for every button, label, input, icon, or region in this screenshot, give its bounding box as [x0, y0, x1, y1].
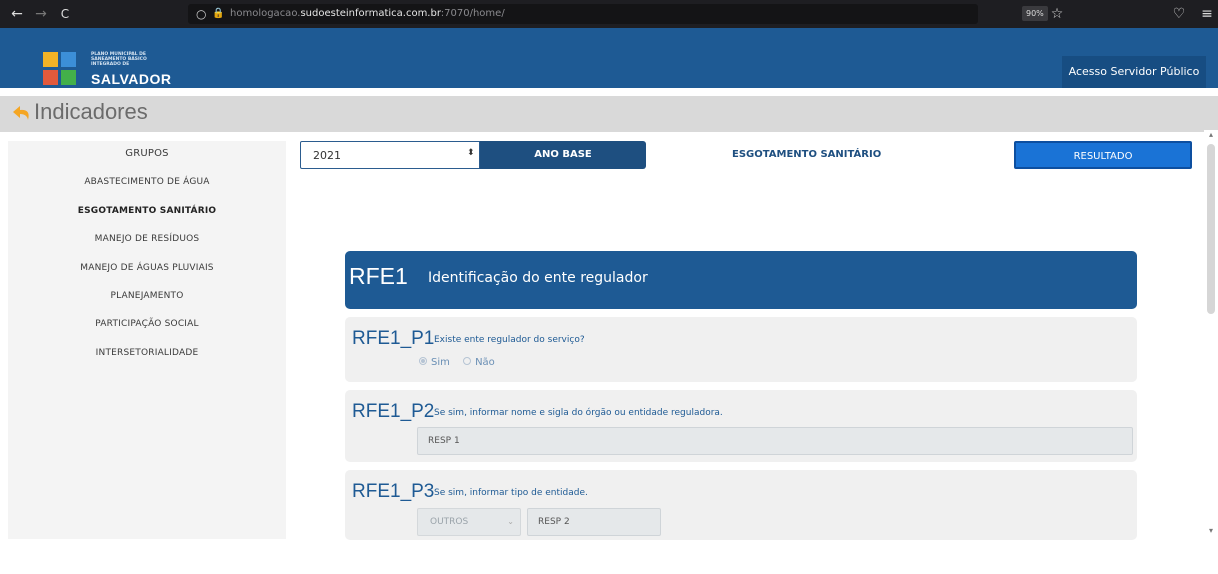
radio-nao[interactable]: Não	[463, 357, 495, 368]
question-text: Se sim, informar nome e sigla do órgão o…	[434, 408, 723, 418]
scrollbar[interactable]: ▴ ▾	[1204, 130, 1218, 541]
pocket-icon[interactable]: ♡	[1170, 5, 1188, 23]
sidebar-item-participacao[interactable]: PARTICIPAÇÃO SOCIAL	[8, 319, 286, 329]
question-text: Se sim, informar tipo de entidade.	[434, 488, 588, 498]
title-bar: Indicadores	[0, 96, 1218, 132]
scroll-down-icon[interactable]: ▾	[1204, 526, 1218, 535]
shield-icon[interactable]: ○	[196, 6, 206, 22]
logo-subtitle: PLANO MUNICIPAL DE SANEAMENTO BÁSICO INT…	[91, 52, 147, 67]
menu-icon[interactable]: ≡	[1198, 5, 1216, 23]
question-text: Existe ente regulador do serviço?	[434, 335, 585, 345]
url-text[interactable]: homologacao.sudoesteinformatica.com.br:7…	[230, 7, 505, 21]
main-content: 2021 ⬍ ANO BASE ESGOTAMENTO SANITÁRIO RE…	[286, 141, 1204, 540]
page-title: Indicadores	[34, 99, 148, 124]
question-code: RFE1_P2	[352, 401, 435, 422]
year-select[interactable]: 2021 ⬍	[300, 141, 480, 169]
year-value: 2021	[313, 149, 341, 162]
question-code: RFE1_P1	[352, 328, 435, 349]
sidebar-item-intersetorialidade[interactable]: INTERSETORIALIDADE	[8, 348, 286, 358]
back-arrow-icon[interactable]	[10, 103, 34, 125]
result-button[interactable]: RESULTADO	[1014, 141, 1192, 169]
back-arrow-icon[interactable]: ←	[8, 5, 26, 23]
forward-arrow-icon[interactable]: →	[32, 5, 50, 23]
sidebar-item-abastecimento[interactable]: ABASTECIMENTO DE ÁGUA	[8, 177, 286, 187]
radio-sim[interactable]: Sim	[419, 357, 450, 368]
sidebar-item-esgotamento[interactable]: ESGOTAMENTO SANITÁRIO	[8, 206, 286, 216]
reload-icon[interactable]: C	[56, 5, 74, 23]
scroll-up-icon[interactable]: ▴	[1204, 130, 1218, 139]
section-title: Identificação do ente regulador	[428, 270, 648, 286]
radio-selected-icon	[419, 357, 427, 365]
question-card: RFE1_P1 Existe ente regulador do serviço…	[345, 317, 1137, 382]
ano-base-label: ANO BASE	[480, 141, 646, 169]
scroll-thumb[interactable]	[1207, 144, 1215, 314]
question-card: RFE1_P2 Se sim, informar nome e sigla do…	[345, 390, 1137, 462]
group-label: ESGOTAMENTO SANITÁRIO	[732, 149, 882, 160]
section-code: RFE1	[349, 263, 408, 289]
zoom-level[interactable]: 90%	[1022, 6, 1048, 21]
sidebar-heading: GRUPOS	[125, 148, 169, 159]
entity-type-select[interactable]: OUTROS ⌄	[417, 508, 521, 536]
question-card: RFE1_P3 Se sim, informar tipo de entidad…	[345, 470, 1137, 540]
question-code: RFE1_P3	[352, 481, 435, 502]
sidebar-item-residuos[interactable]: MANEJO DE RESÍDUOS	[8, 234, 286, 244]
logo[interactable]: PLANO MUNICIPAL DE SANEAMENTO BÁSICO INT…	[43, 50, 183, 88]
sidebar-item-aguas-pluviais[interactable]: MANEJO DE ÁGUAS PLUVIAIS	[8, 263, 286, 273]
chevron-down-icon: ⌄	[507, 517, 514, 526]
logo-city: SALVADOR	[91, 71, 172, 87]
lock-icon[interactable]: 🔒	[212, 6, 224, 22]
address-bar[interactable]: ○ 🔒 homologacao.sudoesteinformatica.com.…	[188, 4, 978, 24]
public-servant-access-button[interactable]: Acesso Servidor Público	[1062, 56, 1206, 88]
sidebar: GRUPOS ABASTECIMENTO DE ÁGUA ESGOTAMENTO…	[8, 141, 286, 539]
answer-input[interactable]: RESP 2	[527, 508, 661, 536]
section-header: RFE1 Identificação do ente regulador	[345, 251, 1137, 309]
select-arrow-icon: ⬍	[467, 148, 475, 158]
answer-input[interactable]: RESP 1	[417, 427, 1133, 455]
site-header: PLANO MUNICIPAL DE SANEAMENTO BÁSICO INT…	[0, 28, 1218, 88]
radio-empty-icon	[463, 357, 472, 365]
sidebar-item-planejamento[interactable]: PLANEJAMENTO	[8, 291, 286, 301]
radio-group: Sim Não	[419, 357, 495, 368]
browser-toolbar: ← → C ○ 🔒 homologacao.sudoesteinformatic…	[0, 0, 1218, 28]
bookmark-star-icon[interactable]: ☆	[1048, 5, 1066, 23]
